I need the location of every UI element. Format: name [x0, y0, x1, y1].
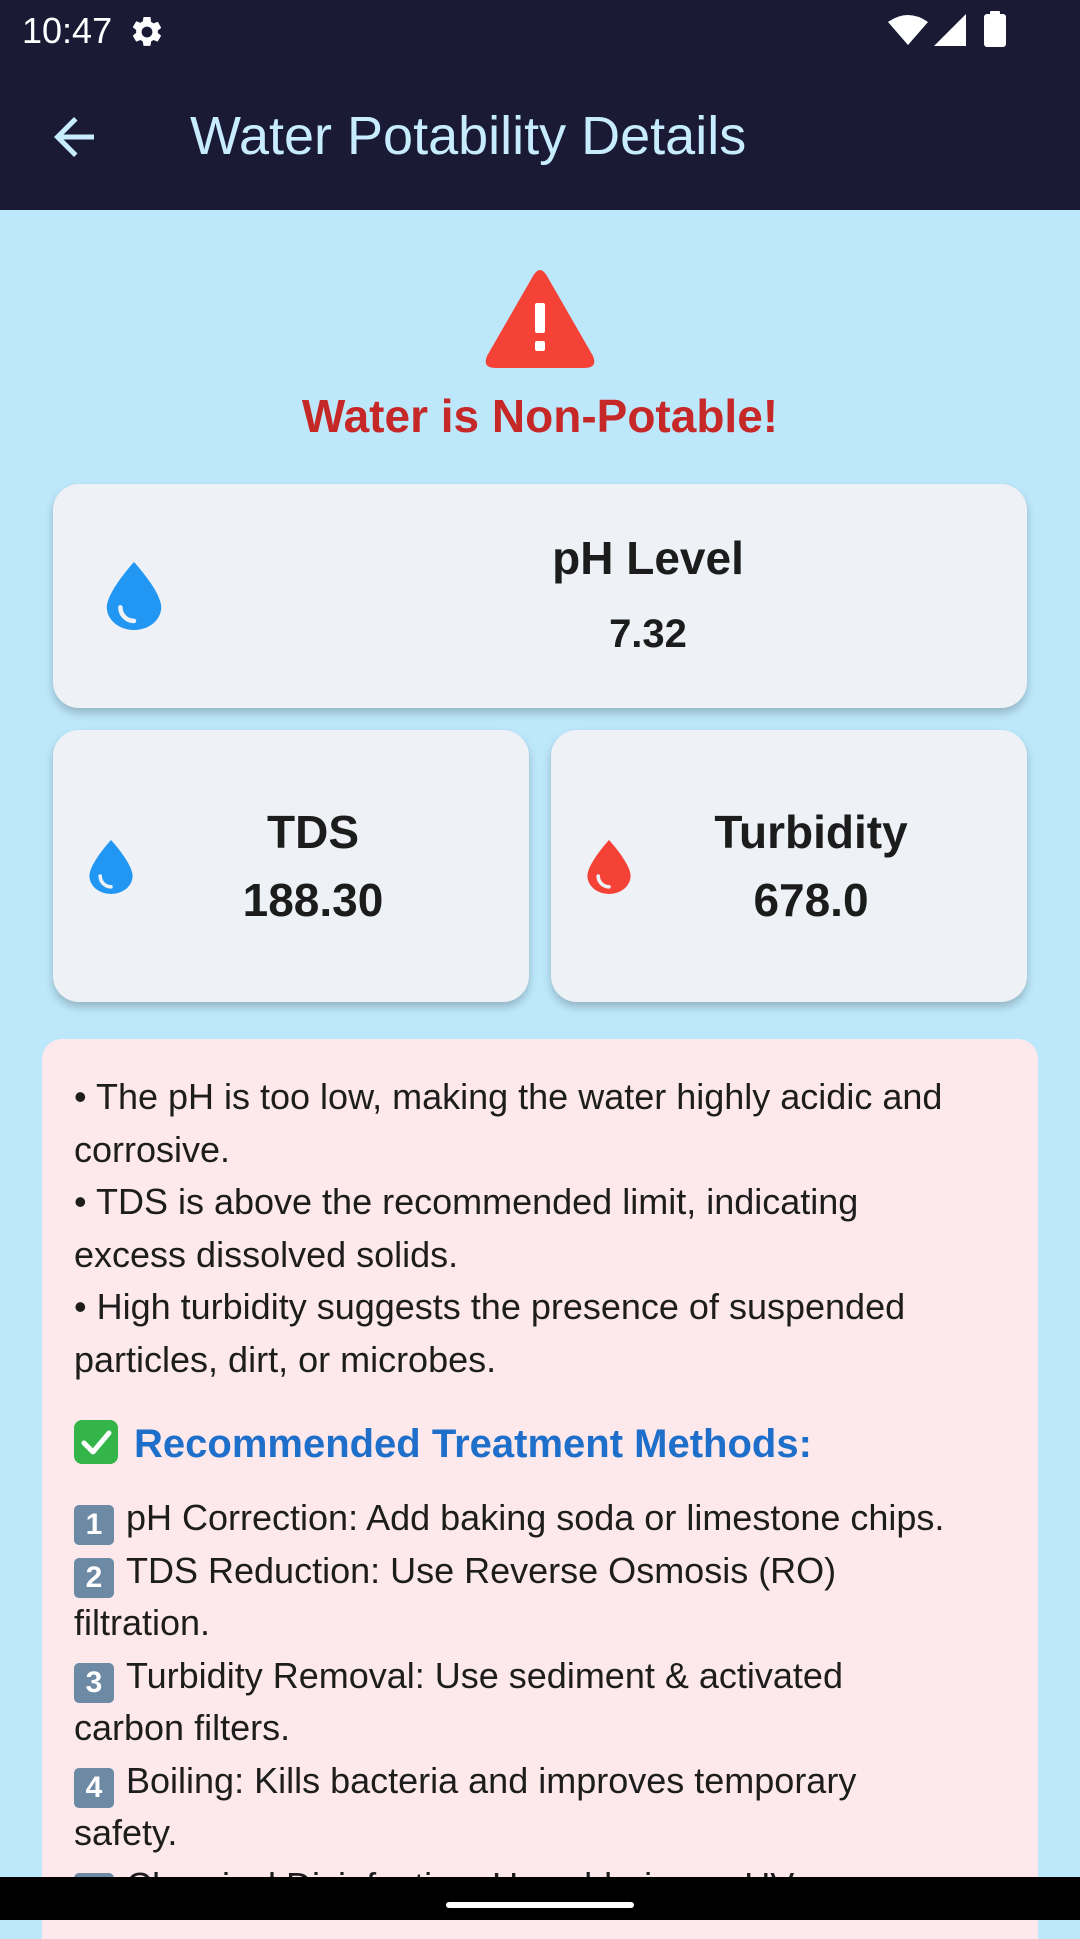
potability-status: Water is Non-Potable!: [301, 390, 779, 442]
app-bar: Water Potability Details: [0, 63, 1080, 210]
water-drop-icon: [89, 840, 133, 894]
arrow-back-icon[interactable]: [44, 107, 104, 167]
tds-label: TDS: [267, 806, 359, 858]
analysis-line: particles, dirt, or microbes.: [74, 1339, 497, 1380]
treatment-step-text: pH Correction: Add baking soda or limest…: [126, 1497, 945, 1538]
ph-card: pH Level 7.32: [53, 484, 1027, 708]
treatment-step-text: Boiling: Kills bacteria and improves tem…: [126, 1760, 857, 1801]
status-bar: 10:47: [0, 0, 1080, 63]
signal-icon: [934, 14, 966, 46]
keycap-number-icon: 3: [74, 1663, 114, 1703]
treatment-step-continued: carbon filters.: [74, 1707, 291, 1748]
analysis-line: • TDS is above the recommended limit, in…: [74, 1181, 859, 1222]
page-title: Water Potability Details: [190, 106, 747, 166]
gear-icon: [132, 16, 162, 46]
turbidity-card: Turbidity 678.0: [551, 730, 1027, 1002]
treatment-step-text: TDS Reduction: Use Reverse Osmosis (RO): [126, 1550, 837, 1591]
tds-card: TDS 188.30: [53, 730, 529, 1002]
turbidity-label: Turbidity: [714, 806, 908, 858]
home-gesture-handle[interactable]: [446, 1902, 634, 1908]
treatment-step: 4 Boiling: Kills bacteria and improves te…: [74, 1754, 1024, 1808]
water-drop-icon: [587, 840, 631, 894]
check-mark-icon: [74, 1420, 118, 1464]
analysis-line: • The pH is too low, making the water hi…: [74, 1076, 943, 1117]
analysis-line: excess dissolved solids.: [74, 1234, 459, 1275]
turbidity-value: 678.0: [753, 874, 869, 926]
treatment-step: 1 pH Correction: Add baking soda or limes…: [74, 1491, 1024, 1545]
battery-icon: [984, 11, 1006, 47]
wifi-icon: [888, 15, 928, 45]
ph-value: 7.32: [609, 612, 687, 656]
tds-value: 188.30: [242, 874, 384, 926]
treatment-step-continued: filtration.: [74, 1602, 211, 1643]
treatment-heading: Recommended Treatment Methods:: [74, 1416, 812, 1472]
analysis-line: corrosive.: [74, 1129, 231, 1170]
keycap-number-icon: 2: [74, 1558, 114, 1598]
treatment-step-continued: safety.: [74, 1812, 178, 1853]
analysis-box: • The pH is too low, making the water hi…: [42, 1039, 1038, 1939]
ph-label: pH Level: [552, 532, 744, 584]
warning-icon: [485, 270, 595, 368]
treatment-heading-text: Recommended Treatment Methods:: [134, 1422, 812, 1466]
treatment-step: 2 TDS Reduction: Use Reverse Osmosis (RO): [74, 1544, 1024, 1598]
water-drop-icon: [106, 562, 162, 630]
analysis-line: • High turbidity suggests the presence o…: [74, 1286, 906, 1327]
treatment-step: 3 Turbidity Removal: Use sediment & activ…: [74, 1649, 1024, 1703]
keycap-number-icon: 4: [74, 1768, 114, 1808]
treatment-step-text: Turbidity Removal: Use sediment & activa…: [126, 1655, 843, 1696]
navigation-bar: [0, 1877, 1080, 1920]
keycap-number-icon: 1: [74, 1505, 114, 1545]
status-time: 10:47: [22, 10, 113, 51]
